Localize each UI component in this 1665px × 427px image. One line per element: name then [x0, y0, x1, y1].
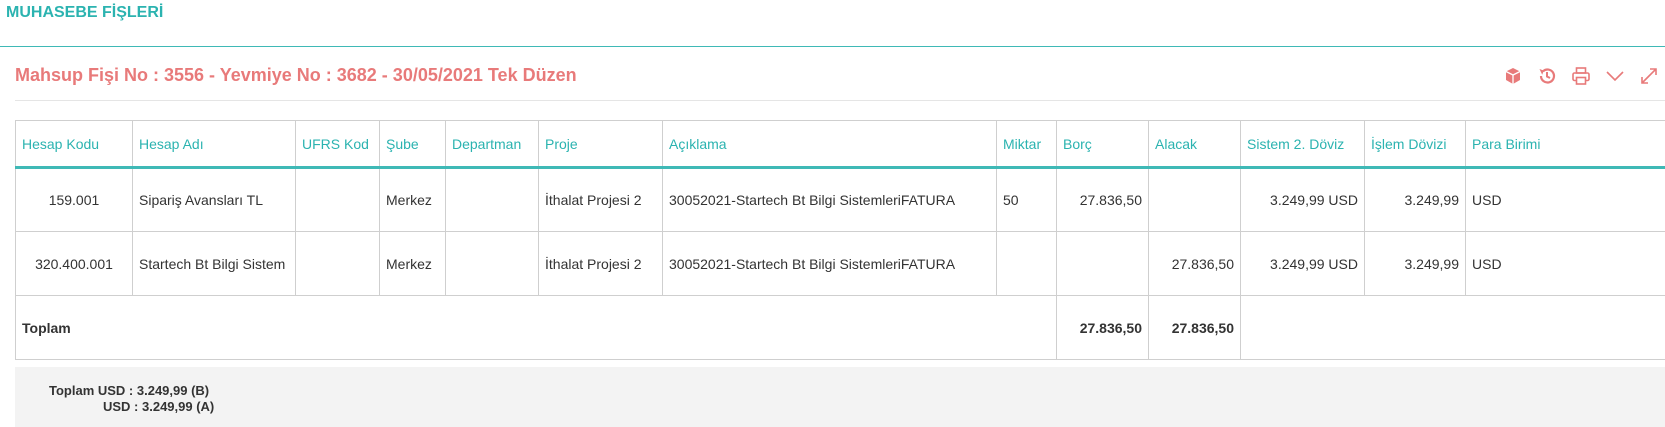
box-icon[interactable] [1501, 64, 1525, 88]
total-empty-cell [1241, 296, 1665, 360]
debit-cell: 27.836,50 [1057, 168, 1149, 232]
branch-cell: Merkez [380, 232, 446, 296]
voucher-table: Hesap Kodu Hesap Adı UFRS Kod Şube Depar… [15, 120, 1665, 360]
credit-cell [1149, 168, 1241, 232]
column-header[interactable]: Hesap Kodu [16, 121, 133, 168]
column-header[interactable]: İşlem Dövizi [1365, 121, 1466, 168]
voucher-header: Mahsup Fişi No : 3556 - Yevmiye No : 368… [15, 47, 1665, 101]
currency-unit-cell: USD [1466, 232, 1665, 296]
account-code-cell: 320.400.001 [16, 232, 133, 296]
column-header[interactable]: Borç [1057, 121, 1149, 168]
voucher-toolbar [1501, 64, 1665, 88]
total-label: Toplam [16, 296, 1057, 360]
table-row[interactable]: 159.001 Sipariş Avansları TL Merkez İtha… [16, 168, 1665, 232]
summary-line-credit: USD : 3.249,99 (A) [49, 399, 1665, 415]
account-name-cell: Sipariş Avansları TL [133, 168, 296, 232]
account-code-cell: 159.001 [16, 168, 133, 232]
column-header[interactable]: Açıklama [663, 121, 997, 168]
currency-summary: Toplam USD : 3.249,99 (B) USD : 3.249,99… [15, 367, 1665, 427]
table-header-row: Hesap Kodu Hesap Adı UFRS Kod Şube Depar… [16, 121, 1665, 168]
column-header[interactable]: Alacak [1149, 121, 1241, 168]
department-cell [446, 232, 539, 296]
project-cell: İthalat Projesi 2 [539, 232, 663, 296]
description-cell: 30052021-Startech Bt Bilgi SistemleriFAT… [663, 232, 997, 296]
total-row: Toplam 27.836,50 27.836,50 [16, 296, 1665, 360]
column-header[interactable]: UFRS Kod [296, 121, 380, 168]
page-title: MUHASEBE FİŞLERİ [6, 4, 1659, 22]
description-cell: 30052021-Startech Bt Bilgi SistemleriFAT… [663, 168, 997, 232]
system-currency-cell: 3.249,99 USD [1241, 168, 1365, 232]
total-debit: 27.836,50 [1057, 296, 1149, 360]
column-header[interactable]: Miktar [997, 121, 1057, 168]
column-header[interactable]: Para Birimi [1466, 121, 1665, 168]
project-cell: İthalat Projesi 2 [539, 168, 663, 232]
column-header[interactable]: Departman [446, 121, 539, 168]
department-cell [446, 168, 539, 232]
currency-unit-cell: USD [1466, 168, 1665, 232]
transaction-currency-cell: 3.249,99 [1365, 232, 1466, 296]
debit-cell [1057, 232, 1149, 296]
total-credit: 27.836,50 [1149, 296, 1241, 360]
table-row[interactable]: 320.400.001 Startech Bt Bilgi Sistem Mer… [16, 232, 1665, 296]
voucher-title: Mahsup Fişi No : 3556 - Yevmiye No : 368… [15, 65, 577, 86]
voucher-panel: Mahsup Fişi No : 3556 - Yevmiye No : 368… [15, 47, 1665, 427]
column-header[interactable]: Sistem 2. Döviz [1241, 121, 1365, 168]
history-icon[interactable] [1535, 64, 1559, 88]
print-icon[interactable] [1569, 64, 1593, 88]
transaction-currency-cell: 3.249,99 [1365, 168, 1466, 232]
ufrs-code-cell [296, 232, 380, 296]
column-header[interactable]: Şube [380, 121, 446, 168]
branch-cell: Merkez [380, 168, 446, 232]
expand-icon[interactable] [1637, 64, 1661, 88]
chevron-down-icon[interactable] [1603, 64, 1627, 88]
column-header[interactable]: Hesap Adı [133, 121, 296, 168]
summary-line-debit: Toplam USD : 3.249,99 (B) [49, 383, 1665, 399]
credit-cell: 27.836,50 [1149, 232, 1241, 296]
page-header: MUHASEBE FİŞLERİ [0, 0, 1665, 47]
quantity-cell [997, 232, 1057, 296]
ufrs-code-cell [296, 168, 380, 232]
system-currency-cell: 3.249,99 USD [1241, 232, 1365, 296]
column-header[interactable]: Proje [539, 121, 663, 168]
quantity-cell: 50 [997, 168, 1057, 232]
account-name-cell: Startech Bt Bilgi Sistem [133, 232, 296, 296]
